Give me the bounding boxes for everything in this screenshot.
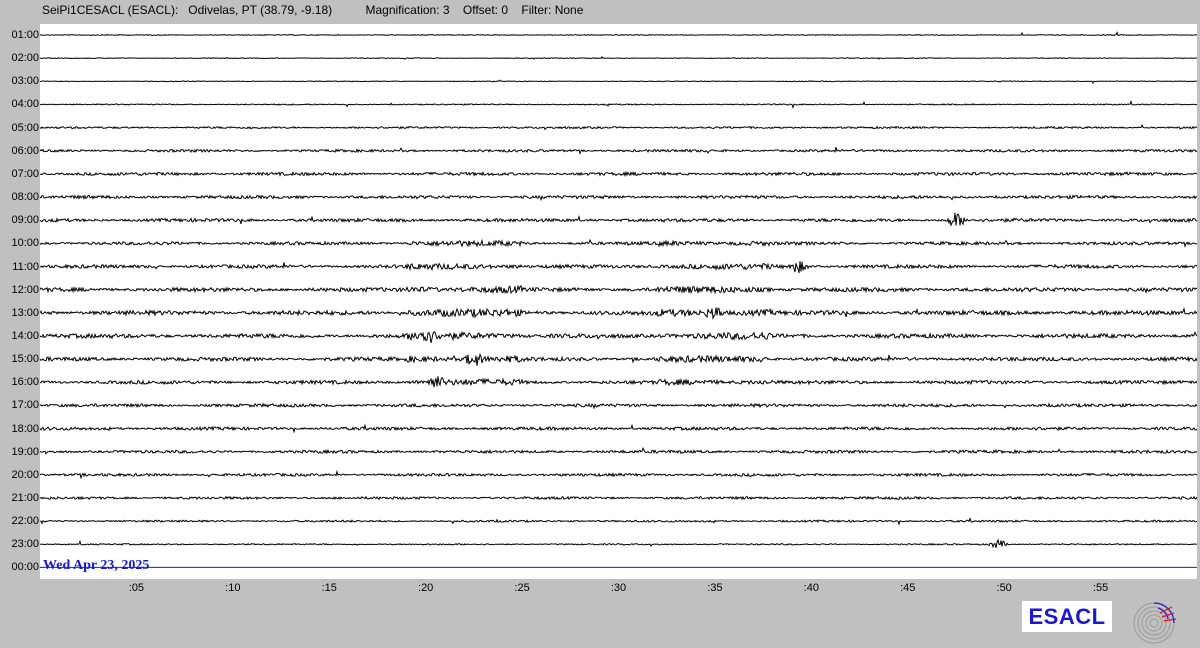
seismogram-trace <box>40 194 1197 202</box>
hour-label: 21:00 <box>11 492 39 504</box>
hour-label: 15:00 <box>11 353 39 366</box>
hour-label: 20:00 <box>11 468 39 481</box>
minute-tick-label: :40 <box>803 582 819 594</box>
seismogram-trace <box>40 212 1197 227</box>
minute-tick-label: :05 <box>128 582 145 594</box>
seismogram-trace <box>40 170 1197 178</box>
hour-label: 03:00 <box>11 75 39 88</box>
hour-label: 08:00 <box>11 191 39 204</box>
seismogram-trace <box>40 56 1197 60</box>
station-header: SeiPi1CESACL (ESACL): Odivelas, PT (38.7… <box>42 3 583 17</box>
hour-label: 04:00 <box>11 98 39 111</box>
hour-label: 02:00 <box>11 52 39 65</box>
hour-label: 05:00 <box>11 121 39 134</box>
seismogram-trace <box>40 423 1197 434</box>
seismogram-trace <box>40 376 1197 388</box>
minute-tick-label: :15 <box>321 582 337 594</box>
hour-label: 19:00 <box>11 445 39 458</box>
offset-readout: Offset: 0 <box>462 3 509 17</box>
minute-tick-label: :50 <box>996 582 1012 594</box>
minute-tick-label: :45 <box>900 582 916 594</box>
date-label: Wed Apr 23, 2025 <box>43 558 150 573</box>
seismogram-trace <box>40 469 1197 480</box>
hour-label: 22:00 <box>11 515 39 528</box>
station-location: Odivelas, PT (38.79, -9.18) <box>188 3 333 17</box>
seismogram-traces <box>40 31 1197 568</box>
hour-label: 16:00 <box>11 376 39 389</box>
seismogram-trace <box>40 330 1197 344</box>
seismogram-trace <box>40 238 1197 248</box>
hour-label: 13:00 <box>11 306 39 319</box>
hour-label: 09:00 <box>11 214 39 227</box>
seismogram-trace <box>40 123 1197 131</box>
seismogram-trace <box>40 99 1197 109</box>
hour-label: 18:00 <box>11 422 39 435</box>
seismogram-trace <box>40 495 1197 501</box>
seismogram-trace <box>40 31 1197 36</box>
minute-tick-label: :10 <box>225 582 241 594</box>
hour-label: 00:00 <box>11 561 39 574</box>
hour-label: 06:00 <box>11 144 39 157</box>
helicorder-plot <box>40 24 1197 579</box>
seismogram-trace <box>40 146 1197 155</box>
seismogram-trace <box>40 538 1197 549</box>
seismogram-trace <box>40 306 1197 321</box>
station-name: SeiPi1CESACL (ESACL): <box>42 3 179 17</box>
seismogram-trace <box>40 516 1197 526</box>
magnification-readout: Magnification: 3 <box>365 3 450 17</box>
hour-label: 23:00 <box>11 538 39 551</box>
minute-tick-label: :25 <box>514 582 530 594</box>
hour-label: 12:00 <box>11 283 39 296</box>
hour-label: 17:00 <box>11 399 39 412</box>
hour-label: 07:00 <box>11 167 39 180</box>
filter-readout: Filter: None <box>521 3 584 17</box>
minute-tick-label: :55 <box>1092 582 1109 594</box>
logo-text: ESACL <box>1028 603 1106 629</box>
seismogram-trace <box>40 284 1197 295</box>
minute-tick-label: :20 <box>418 582 434 594</box>
esacl-logo: ESACL <box>1022 601 1112 632</box>
seismogram-trace <box>40 79 1197 85</box>
hour-label: 01:00 <box>11 29 39 41</box>
seismogram-trace <box>40 352 1197 366</box>
seismograph-emblem-icon <box>1133 602 1177 644</box>
hour-label: 14:00 <box>11 329 39 342</box>
seismogram-trace <box>40 402 1197 410</box>
minute-tick-label: :30 <box>610 582 627 594</box>
seismogram-trace <box>40 261 1197 274</box>
hour-label: 11:00 <box>12 260 39 273</box>
minute-tick-label: :35 <box>707 582 723 594</box>
hour-label: 10:00 <box>11 237 39 250</box>
seismogram-trace <box>40 447 1197 455</box>
